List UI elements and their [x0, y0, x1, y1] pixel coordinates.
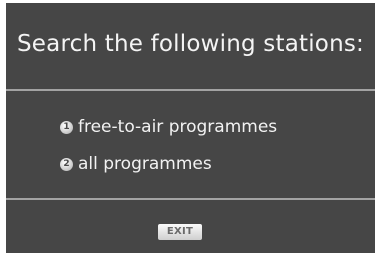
number-1-icon: 1 [60, 120, 73, 134]
option-label: all programmes [78, 154, 212, 174]
number-2-icon: 2 [60, 157, 73, 171]
option-free-to-air[interactable]: 1 free-to-air programmes [60, 116, 277, 138]
station-search-dialog: Search the following stations: 1 free-to… [6, 3, 375, 253]
exit-button[interactable]: EXIT [158, 224, 202, 240]
screen: Search the following stations: 1 free-to… [0, 0, 376, 256]
bottom-divider [6, 198, 375, 200]
option-all-programmes[interactable]: 2 all programmes [60, 153, 212, 175]
dialog-title: Search the following stations: [17, 31, 364, 57]
option-label: free-to-air programmes [78, 117, 278, 137]
top-divider [6, 89, 375, 91]
